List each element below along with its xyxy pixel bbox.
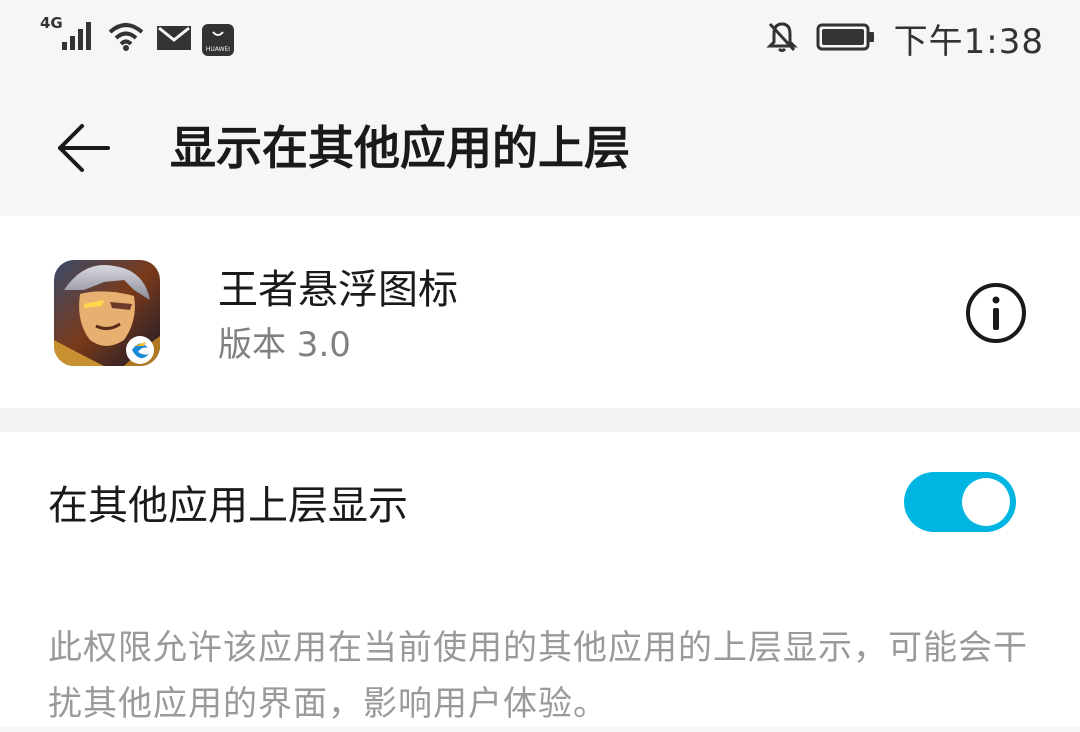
app-info-card: 王者悬浮图标 版本 3.0	[0, 216, 1080, 408]
arrow-left-icon	[52, 120, 112, 180]
status-clock: 下午1:38	[893, 22, 1044, 62]
app-bar: 显示在其他应用的上层	[0, 78, 1080, 216]
switch-knob	[962, 478, 1010, 526]
app-version: 版本 3.0	[218, 325, 351, 365]
section-divider	[0, 408, 1080, 432]
mail-icon	[156, 24, 192, 56]
app-icon	[54, 260, 160, 366]
permission-toggle-label: 在其他应用上层显示	[48, 483, 408, 529]
page-title: 显示在其他应用的上层	[170, 121, 630, 175]
app-name: 王者悬浮图标	[218, 267, 458, 313]
permission-toggle-switch[interactable]	[904, 472, 1016, 532]
permission-description: 此权限允许该应用在当前使用的其他应用的上层显示，可能会干扰其他应用的界面，影响用…	[48, 628, 1028, 724]
notifications-off-icon	[766, 20, 798, 58]
info-icon	[964, 283, 1028, 349]
appgallery-label: HUAWEI	[205, 46, 231, 53]
huawei-appgallery-icon: HUAWEI	[202, 24, 234, 56]
back-button[interactable]	[40, 108, 124, 192]
signal-icon	[60, 20, 96, 56]
wifi-icon	[106, 20, 146, 56]
status-bar: 4G HUAWEI 下午1:38	[0, 0, 1080, 78]
battery-icon	[816, 22, 876, 56]
permission-section: 在其他应用上层显示 此权限允许该应用在当前使用的其他应用的上层显示，可能会干扰其…	[0, 432, 1080, 727]
app-info-button[interactable]	[964, 281, 1028, 345]
